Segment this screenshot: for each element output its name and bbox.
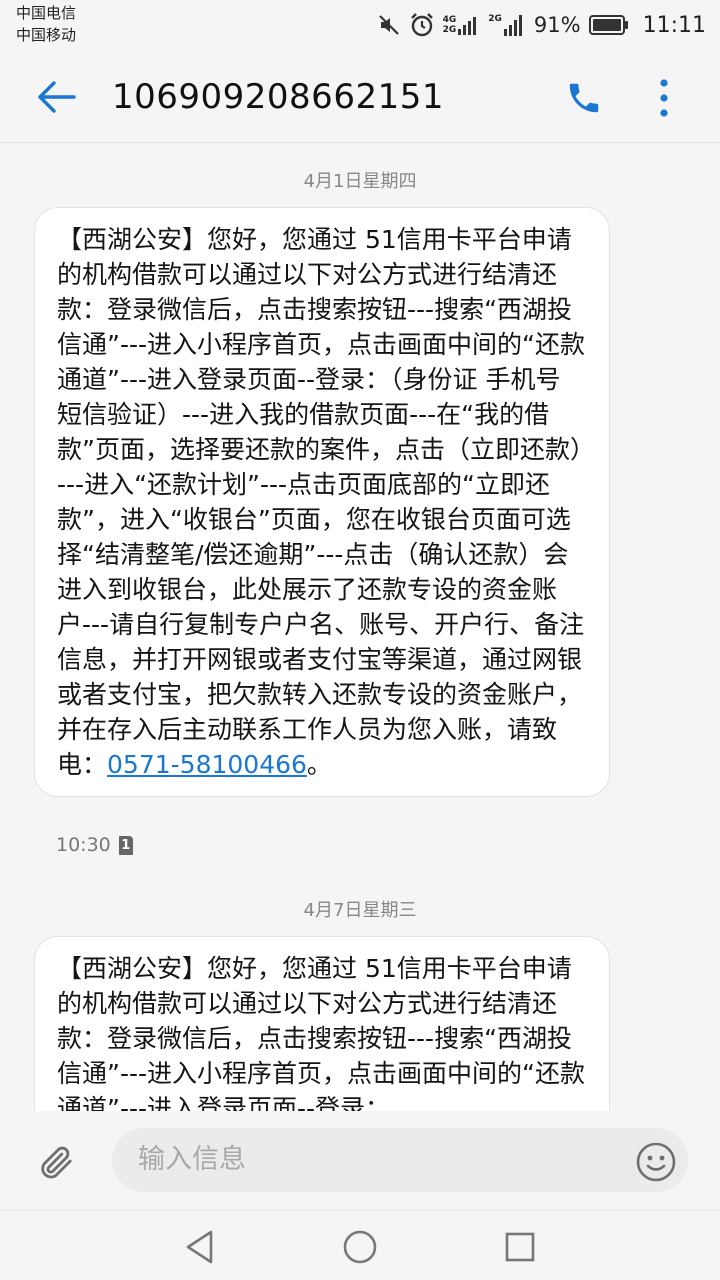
more-options-button[interactable] xyxy=(646,74,682,122)
message-list[interactable]: 4月1日星期四 【西湖公安】您好，您通过 51信用卡平台申请的机构借款可以通过以… xyxy=(0,143,720,1111)
message-meta: 10:30 1 xyxy=(56,834,133,856)
system-nav-bar xyxy=(0,1210,720,1280)
date-separator: 4月7日星期三 xyxy=(303,900,417,921)
message-bubble[interactable]: 【西湖公安】您好，您通过 51信用卡平台申请的机构借款可以通过以下对公方式进行结… xyxy=(34,207,610,797)
date-separator: 4月1日星期四 xyxy=(303,171,417,192)
message-ending: 。 xyxy=(306,750,332,779)
contact-number-title: 106909208662151 xyxy=(112,77,444,117)
more-vertical-icon xyxy=(660,79,668,117)
attach-button[interactable] xyxy=(34,1140,78,1184)
nav-recent-icon xyxy=(505,1232,535,1262)
nav-home-button[interactable] xyxy=(338,1225,382,1269)
signal-2-icon: 2G xyxy=(488,14,526,36)
alarm-icon xyxy=(409,12,435,38)
phone-icon xyxy=(569,83,599,113)
message-input[interactable]: 输入信息 xyxy=(112,1128,688,1192)
paperclip-icon xyxy=(41,1146,72,1179)
call-button[interactable] xyxy=(560,74,608,122)
emoji-button[interactable] xyxy=(634,1140,678,1184)
nav-back-icon xyxy=(186,1230,213,1264)
message-time: 10:30 xyxy=(56,834,111,856)
sms-conversation-screen: 中国电信 中国移动 4G 2G 2G 91% 11:11 10690920866… xyxy=(0,0,720,1280)
sim-card-icon: 1 xyxy=(118,835,133,855)
nav-home-icon xyxy=(343,1230,377,1264)
signal-icon: 4G 2G xyxy=(443,15,481,35)
carrier-2: 中国移动 xyxy=(16,26,77,44)
battery-percent: 91% xyxy=(533,13,581,37)
message-text: 【西湖公安】您好，您通过 51信用卡平台申请的机构借款可以通过以下对公方式进行结… xyxy=(57,225,585,779)
back-button[interactable] xyxy=(28,74,84,120)
battery-icon xyxy=(588,14,629,36)
emoji-icon xyxy=(636,1142,676,1182)
message-bubble[interactable]: 【西湖公安】您好，您通过 51信用卡平台申请的机构借款可以通过以下对公方式进行结… xyxy=(34,936,610,1111)
nav-back-button[interactable] xyxy=(178,1225,222,1269)
phone-link[interactable]: 0571-58100466 xyxy=(107,750,307,779)
composer-bar: 输入信息 xyxy=(0,1112,720,1210)
arrow-left-icon xyxy=(38,81,76,113)
conversation-header: 106909208662151 xyxy=(0,52,720,143)
status-icons: 4G 2G 2G 91% 11:11 xyxy=(377,8,706,42)
message-text: 【西湖公安】您好，您通过 51信用卡平台申请的机构借款可以通过以下对公方式进行结… xyxy=(57,954,585,1111)
mute-icon xyxy=(377,13,401,37)
status-time: 11:11 xyxy=(642,12,706,38)
nav-recent-button[interactable] xyxy=(498,1225,542,1269)
carrier-1: 中国电信 xyxy=(16,4,77,22)
status-bar: 中国电信 中国移动 4G 2G 2G 91% 11:11 xyxy=(0,0,720,50)
